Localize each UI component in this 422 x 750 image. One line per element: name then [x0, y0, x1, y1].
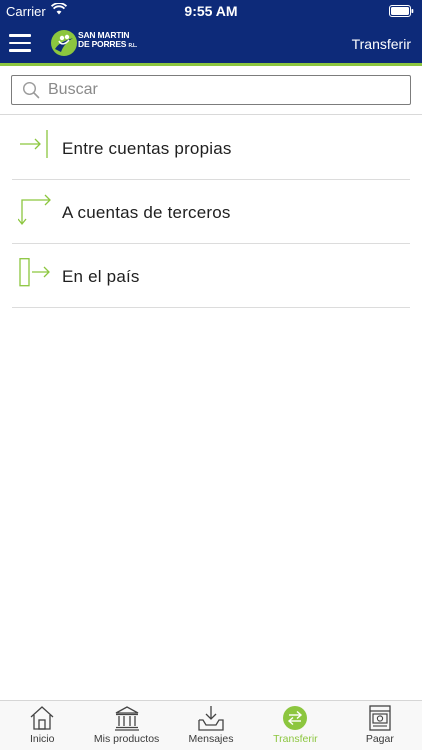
tab-transferir[interactable]: Transferir [253, 701, 337, 750]
option-domestic[interactable]: En el país [12, 244, 410, 308]
bank-icon [114, 705, 140, 731]
search-icon [22, 81, 40, 104]
page-title: Transferir [351, 36, 411, 52]
logo-line-2: DE PORRES R.L. [78, 39, 138, 50]
logo-suffix: R.L. [128, 43, 138, 49]
tab-label: Mensajes [188, 733, 234, 745]
arrow-into-bar-icon [18, 130, 50, 162]
status-bar: Carrier 9:55 AM [0, 0, 422, 22]
divider [0, 114, 422, 115]
tab-mis-productos[interactable]: Mis productos [84, 701, 168, 750]
option-label: En el país [62, 267, 140, 286]
transfer-icon [282, 705, 308, 731]
tab-inicio[interactable]: Inicio [0, 701, 84, 750]
option-label: A cuentas de terceros [62, 203, 231, 222]
tab-label: Mis productos [93, 733, 160, 745]
tab-pagar[interactable]: Pagar [338, 701, 422, 750]
option-third-party-accounts[interactable]: A cuentas de terceros [12, 180, 410, 244]
search-bar[interactable] [11, 75, 411, 105]
redirect-arrows-icon [17, 194, 51, 226]
bottom-tab-bar: Inicio Mis productos Mensajes Transferir… [0, 700, 422, 750]
tab-label: Transferir [273, 733, 318, 745]
clock-label: 9:55 AM [184, 3, 238, 19]
hamburger-menu-button[interactable] [9, 34, 32, 52]
option-own-accounts[interactable]: Entre cuentas propias [12, 116, 410, 180]
tab-label: Inicio [29, 733, 55, 745]
header-accent-line [0, 63, 422, 66]
inbox-download-icon [198, 705, 224, 731]
brand-logo: SAN MARTIN DE PORRES R.L. [50, 28, 140, 58]
tab-label: Pagar [365, 733, 394, 745]
tab-mensajes[interactable]: Mensajes [169, 701, 253, 750]
home-icon [29, 705, 55, 731]
battery-icon [389, 5, 414, 20]
logo-emblem-icon [51, 30, 77, 56]
option-label: Entre cuentas propias [62, 139, 232, 158]
arrow-out-of-box-icon [18, 258, 50, 290]
transfer-options-list: Entre cuentas propias A cuentas de terce… [12, 116, 410, 308]
logo-wordmark: SAN MARTIN DE PORRES R.L. [78, 31, 137, 51]
search-input[interactable] [48, 76, 403, 104]
payment-icon [367, 705, 393, 731]
navigation-bar: SAN MARTIN DE PORRES R.L. Transferir [0, 22, 422, 63]
